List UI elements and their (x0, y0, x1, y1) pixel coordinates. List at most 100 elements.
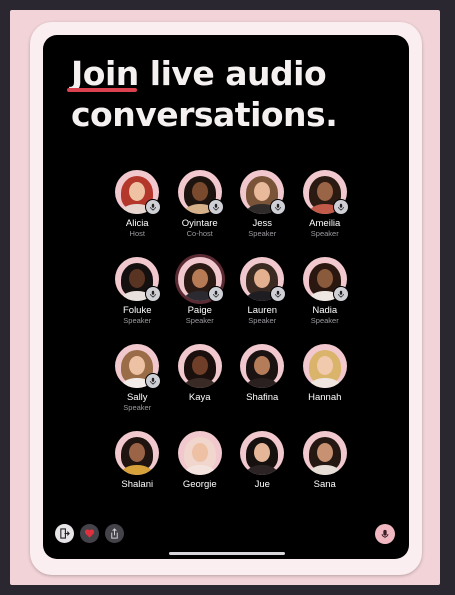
speaker-mic-badge (270, 199, 287, 215)
participant-role: Host (129, 229, 145, 238)
avatar-face (316, 443, 333, 462)
avatar-container (302, 170, 349, 215)
speaker-mic-badge (145, 286, 162, 302)
participant-grid: Alicia Host Oyintare Co-host Jess Speaker Amei… (106, 170, 356, 490)
participant-name: Sana (313, 479, 336, 490)
avatar (115, 431, 160, 475)
participant-name: Jue (254, 479, 270, 490)
participant-role: Speaker (248, 229, 277, 238)
avatar-container (302, 344, 347, 388)
headline-line2: conversations. (71, 95, 338, 134)
avatar-container (115, 344, 162, 389)
tablet-device: Join live audio conversations. Alicia Host… (30, 22, 422, 575)
microphone-icon (337, 290, 344, 298)
participant-role: Speaker (310, 229, 339, 238)
react-button[interactable] (80, 524, 99, 543)
avatar-face (316, 356, 333, 375)
participant-paige[interactable]: Paige Speaker (169, 257, 232, 326)
participant-shalani[interactable]: Shalani (106, 431, 169, 490)
participant-hannah[interactable]: Hannah (294, 344, 357, 413)
microphone-icon (150, 290, 157, 298)
avatar-face (191, 443, 208, 462)
participant-name: Lauren (247, 305, 278, 316)
participant-role: Speaker (123, 316, 152, 325)
participant-role: Speaker (123, 403, 152, 412)
microphone-icon (212, 290, 219, 298)
microphone-icon (212, 203, 219, 211)
share-icon (111, 528, 118, 539)
avatar-body (308, 465, 341, 475)
participant-jess[interactable]: Jess Speaker (231, 170, 294, 239)
speaker-mic-badge (207, 199, 224, 215)
participant-nadia[interactable]: Nadia Speaker (294, 257, 357, 326)
avatar-container (177, 431, 222, 475)
microphone-icon (150, 377, 157, 385)
avatar-body (183, 378, 216, 388)
avatar-container (115, 431, 160, 475)
participant-name: Sally (126, 392, 148, 403)
participant-name: Foluke (122, 305, 152, 316)
leave-icon (60, 528, 70, 539)
speaker-mic-badge (332, 286, 349, 302)
tablet-screen: Join live audio conversations. Alicia Host… (43, 35, 409, 559)
participant-name: Oyintare (181, 218, 218, 229)
participant-oyintare[interactable]: Oyintare Co-host (169, 170, 232, 239)
participant-role: Speaker (248, 316, 277, 325)
participant-kaya[interactable]: Kaya (169, 344, 232, 413)
participant-name: Kaya (188, 392, 211, 403)
avatar-face (316, 182, 333, 201)
microphone-icon (150, 203, 157, 211)
avatar-face (191, 269, 208, 288)
avatar (240, 431, 285, 475)
participant-shafina[interactable]: Shafina (231, 344, 294, 413)
microphone-button[interactable] (375, 524, 395, 544)
speaker-mic-badge (207, 286, 224, 302)
participant-name: Shalani (121, 479, 154, 490)
participant-ameilia[interactable]: Ameilia Speaker (294, 170, 357, 239)
avatar-container (115, 170, 162, 215)
participant-georgie[interactable]: Georgie (169, 431, 232, 490)
participant-sally[interactable]: Sally Speaker (106, 344, 169, 413)
participant-name: Paige (187, 305, 212, 316)
speaker-mic-badge (145, 373, 162, 389)
microphone-icon (275, 290, 282, 298)
participant-lauren[interactable]: Lauren Speaker (231, 257, 294, 326)
microphone-icon (381, 529, 389, 539)
share-button[interactable] (105, 524, 124, 543)
leave-button[interactable] (55, 524, 74, 543)
headline-highlight: Join (67, 54, 139, 93)
avatar-body (183, 465, 216, 475)
participant-name: Georgie (182, 479, 217, 490)
speaker-mic-badge (332, 199, 349, 215)
participant-name: Nadia (312, 305, 338, 316)
microphone-icon (337, 203, 344, 211)
avatar-face (316, 269, 333, 288)
home-indicator (169, 552, 285, 555)
avatar-container (240, 431, 285, 475)
avatar-container (240, 257, 287, 302)
participant-sana[interactable]: Sana (294, 431, 357, 490)
avatar (240, 344, 285, 388)
microphone-icon (275, 203, 282, 211)
avatar-body (308, 378, 341, 388)
participant-name: Jess (252, 218, 273, 229)
participant-foluke[interactable]: Foluke Speaker (106, 257, 169, 326)
participant-role: Speaker (185, 316, 214, 325)
avatar (302, 431, 347, 475)
avatar-container (177, 170, 224, 215)
bottom-controls (55, 524, 124, 543)
participant-name: Hannah (308, 392, 342, 403)
participant-jue[interactable]: Jue (231, 431, 294, 490)
heart-icon (84, 529, 95, 538)
participant-name: Alicia (125, 218, 149, 229)
avatar (302, 344, 347, 388)
avatar-face (191, 182, 208, 201)
participant-role: Speaker (310, 316, 339, 325)
participant-name: Shafina (246, 392, 279, 403)
avatar-face (191, 356, 208, 375)
headline: Join live audio conversations. (67, 53, 338, 135)
avatar-container (302, 431, 347, 475)
avatar-container (177, 344, 222, 388)
participant-alicia[interactable]: Alicia Host (106, 170, 169, 239)
avatar (177, 431, 222, 475)
